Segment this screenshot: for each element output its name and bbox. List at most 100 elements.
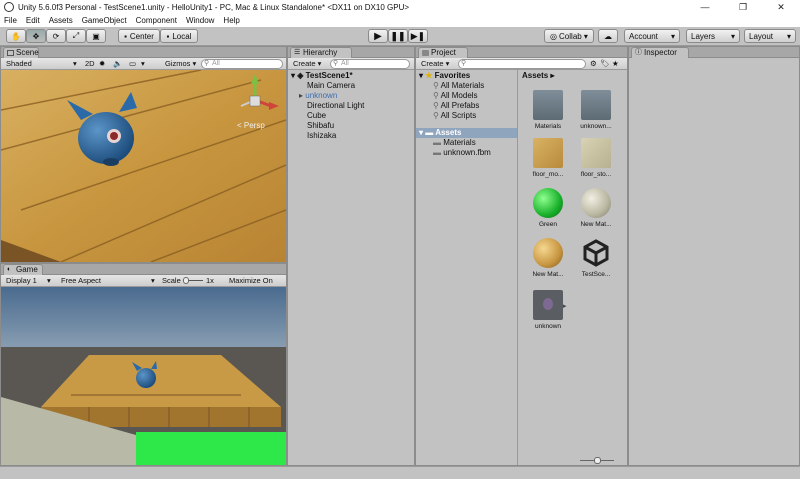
menu-component[interactable]: Component (136, 16, 177, 25)
gizmos-dropdown[interactable]: Gizmos ▾ (165, 59, 196, 69)
collab-label: Collab ▾ (559, 31, 588, 41)
expand-arrow-icon[interactable]: ▾ (291, 71, 295, 80)
shading-dropdown[interactable]: Shaded (6, 59, 32, 69)
filter-type-icon[interactable]: ⚙ (590, 59, 597, 69)
unity-logo-icon (4, 2, 14, 12)
tab-hierarchy[interactable]: ☰ Hierarchy (290, 47, 352, 58)
2d-toggle[interactable]: 2D (85, 59, 95, 69)
pivot-local-button[interactable]: ▪ Local (160, 29, 198, 43)
hierarchy-create-dropdown[interactable]: Create ▾ (293, 59, 321, 69)
hierarchy-item-cube[interactable]: Cube (307, 111, 326, 121)
thumbnail-size-slider-thumb[interactable] (594, 457, 601, 464)
maximize-button[interactable]: ❐ (724, 0, 762, 14)
menu-file[interactable]: File (4, 16, 17, 25)
collab-dropdown[interactable]: ◎ Collab ▾ (544, 29, 594, 43)
asset-testscene[interactable]: TestSce... (573, 238, 619, 278)
window-title: Unity 5.6.0f3 Personal - TestScene1.unit… (18, 2, 410, 12)
asset-breadcrumb[interactable]: Assets ▸ (522, 71, 554, 81)
rotate-tool-button[interactable]: ⟳ (46, 29, 66, 43)
maximize-on-play-toggle[interactable]: Maximize On Play (229, 276, 286, 295)
hierarchy-item-shibafu[interactable]: Shibafu (307, 121, 334, 131)
favorite-all-scripts-label: All Scripts (440, 111, 477, 120)
chevron-down-icon: ▾ (47, 276, 51, 285)
center-label: Center (129, 31, 154, 41)
step-icon: ▶❚ (410, 30, 426, 41)
asset-unknown-fbm[interactable]: unknown... (573, 90, 619, 130)
effects-icon[interactable]: ▭ (129, 59, 136, 69)
play-icon: ▶ (374, 30, 382, 42)
favorite-all-materials[interactable]: ⚲ All Materials (433, 81, 484, 91)
menu-bar: File Edit Assets GameObject Component Wi… (0, 14, 800, 27)
scale-slider-thumb[interactable] (183, 277, 189, 284)
play-button[interactable]: ▶ (368, 29, 388, 43)
hierarchy-item-directional-light[interactable]: Directional Light (307, 101, 364, 111)
menu-help[interactable]: Help (223, 16, 239, 25)
expand-arrow-icon[interactable]: ▾ (419, 128, 423, 137)
project-create-dropdown[interactable]: Create ▾ (421, 59, 449, 69)
layers-dropdown[interactable]: Layers ▾ (686, 29, 740, 43)
unknown-character (78, 112, 134, 164)
cloud-icon: ☁ (604, 31, 612, 41)
scene-viewport[interactable]: < Persp (1, 70, 286, 262)
game-viewport[interactable] (1, 287, 286, 465)
favorite-all-models-label: All Models (440, 91, 478, 100)
assets-root-item[interactable]: ▾ ▬ Assets (419, 128, 461, 138)
hand-tool-button[interactable]: ✋ (6, 29, 26, 43)
favorite-all-scripts[interactable]: ⚲ All Scripts (433, 111, 476, 121)
layout-dropdown[interactable]: Layout ▾ (744, 29, 796, 43)
expand-arrow-icon[interactable]: ▾ (419, 71, 423, 80)
asset-floor-sto[interactable]: floor_sto... (573, 138, 619, 178)
tab-inspector[interactable]: ⓘ Inspector (631, 47, 689, 58)
menu-edit[interactable]: Edit (26, 16, 40, 25)
hierarchy-item-ishizaka[interactable]: Ishizaka (307, 131, 336, 141)
asset-floor-mo[interactable]: floor_mo... (525, 138, 571, 178)
tab-game[interactable]: ◐ Game (3, 264, 43, 275)
asset-green[interactable]: Green (525, 188, 571, 228)
menu-assets[interactable]: Assets (49, 16, 73, 25)
asset-new-mat-2[interactable]: New Mat... (525, 238, 571, 278)
tab-scene[interactable]: Scene (3, 47, 39, 58)
project-tree: ▾ ★ Favorites ⚲ All Materials ⚲ All Mode… (416, 70, 518, 465)
favorite-all-prefabs[interactable]: ⚲ All Prefabs (433, 101, 479, 111)
close-button[interactable]: ✕ (762, 0, 800, 14)
game-toolbar: Display 1 ▾ Free Aspect ▾ Scale 1x Maxim… (1, 275, 286, 295)
favorites-item[interactable]: ▾ ★ Favorites (419, 71, 470, 81)
project-search-input[interactable]: ⚲ (458, 59, 586, 69)
move-tool-button[interactable]: ✥ (26, 29, 46, 43)
folder-unknown-fbm[interactable]: ▬ unknown.fbm (433, 148, 491, 158)
hierarchy-item-unknown[interactable]: ▸ unknown (299, 91, 337, 101)
chevron-down-icon: ▾ (141, 59, 145, 68)
asset-materials[interactable]: Materials (525, 90, 571, 130)
asset-unknown-model[interactable]: ▸ unknown (525, 290, 571, 330)
favorite-all-models[interactable]: ⚲ All Models (433, 91, 478, 101)
scale-tool-button[interactable]: ⤢ (66, 29, 86, 43)
step-button[interactable]: ▶❚ (408, 29, 428, 43)
scene-root-item[interactable]: ▾ ◈ TestScene1* (291, 71, 353, 81)
favorite-star-icon[interactable]: ★ (612, 59, 619, 69)
folder-materials-label: Materials (443, 138, 476, 147)
model-thumbnail (533, 290, 563, 320)
pause-button[interactable]: ❚❚ (388, 29, 408, 43)
collapse-arrow-icon[interactable]: ▸ (299, 91, 303, 100)
menu-window[interactable]: Window (186, 16, 214, 25)
pivot-center-button[interactable]: ▪ Center (118, 29, 160, 43)
filter-label-icon[interactable]: 🏷 (600, 59, 610, 69)
scene-search-input[interactable]: ⚲ All (201, 59, 283, 69)
asset-new-mat-1[interactable]: New Mat... (573, 188, 619, 228)
folder-materials[interactable]: ▬ Materials (433, 138, 476, 148)
hierarchy-item-main-camera[interactable]: Main Camera (307, 81, 355, 91)
minimize-button[interactable]: — (686, 0, 724, 14)
hierarchy-search-input[interactable]: ⚲ All (330, 59, 410, 69)
layers-label: Layers (691, 31, 716, 41)
cloud-button[interactable]: ☁ (598, 29, 618, 43)
expand-arrow-icon[interactable]: ▸ (563, 302, 567, 310)
tab-project[interactable]: Project (418, 47, 468, 58)
account-dropdown[interactable]: Account ▾ (624, 29, 680, 43)
menu-gameobject[interactable]: GameObject (82, 16, 127, 25)
aspect-dropdown[interactable]: Free Aspect (61, 276, 101, 286)
audio-icon[interactable]: 🔈 (113, 59, 122, 69)
lighting-icon[interactable]: ✹ (99, 59, 105, 69)
favorite-all-prefabs-label: All Prefabs (440, 101, 480, 110)
rect-tool-button[interactable]: ▣ (86, 29, 106, 43)
display-dropdown[interactable]: Display 1 (6, 276, 37, 286)
